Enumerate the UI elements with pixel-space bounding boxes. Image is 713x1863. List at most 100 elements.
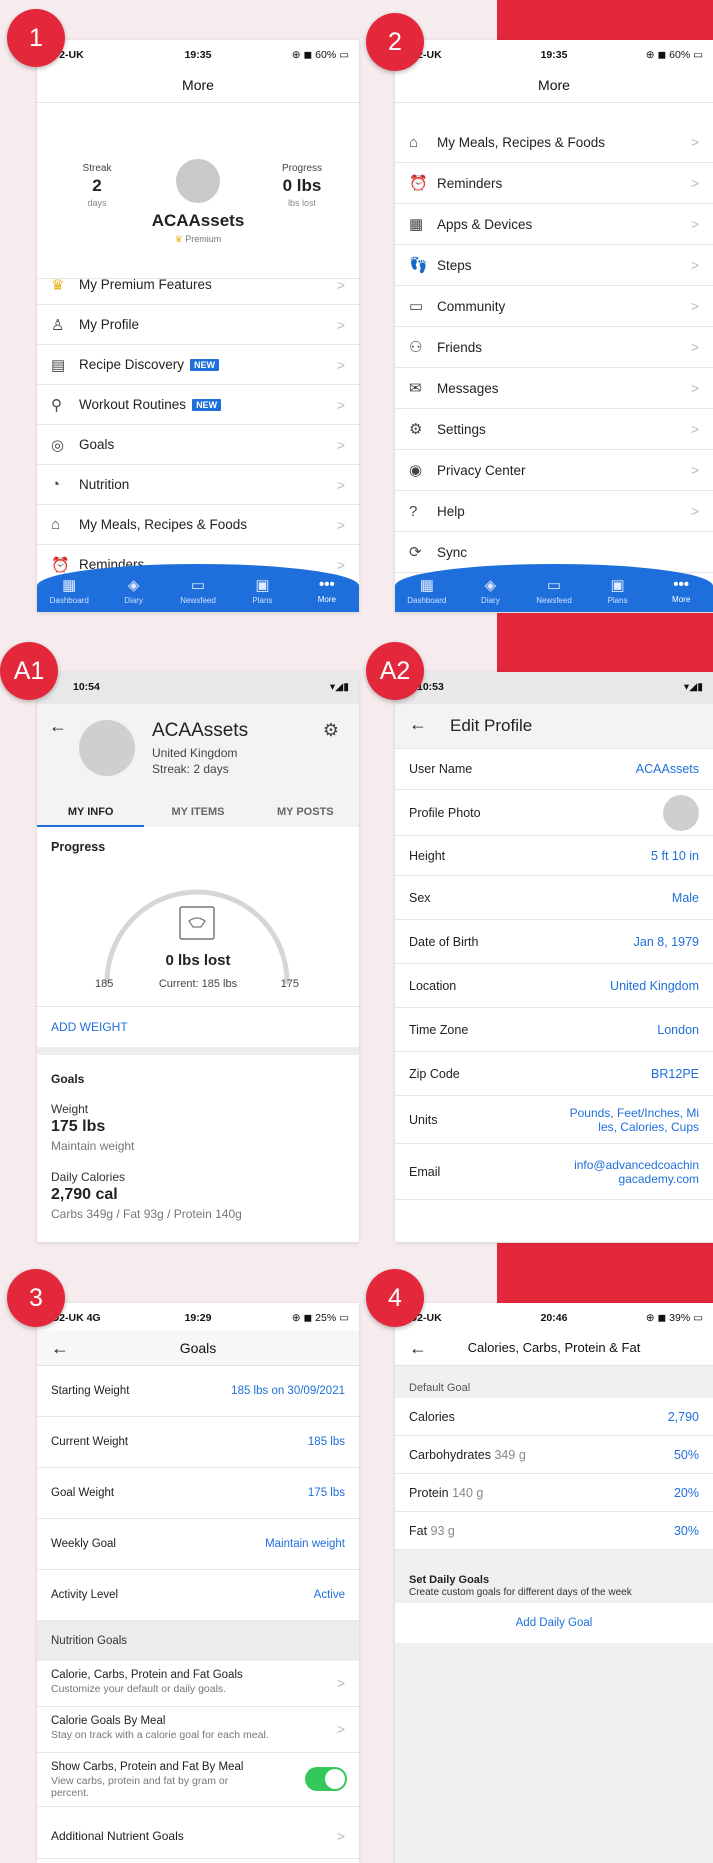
nav-diary[interactable]: ◈ Diary bbox=[459, 564, 523, 612]
add-weight-link[interactable]: ADD WEIGHT bbox=[51, 1020, 128, 1034]
field-label: Zip Code bbox=[409, 1066, 460, 1081]
macro-row[interactable]: Carbohydrates 349 g 50% bbox=[395, 1436, 713, 1474]
back-arrow-icon[interactable]: ← bbox=[409, 714, 427, 735]
menu-item-label: Sync bbox=[437, 544, 468, 560]
nutrition-goal-rows: Calorie, Carbs, Protein and Fat Goals Cus… bbox=[37, 1661, 359, 1807]
divider bbox=[37, 1006, 359, 1007]
goal-label: Goal Weight bbox=[51, 1487, 115, 1499]
macro-row[interactable]: Protein 140 g 20% bbox=[395, 1474, 713, 1512]
nav-dashboard[interactable]: ▦ Dashboard bbox=[37, 564, 101, 612]
red-decor-block bbox=[497, 613, 713, 673]
new-badge: NEW bbox=[192, 398, 222, 411]
menu-item[interactable]: ? Help > bbox=[395, 491, 713, 532]
section-title: Default Goal bbox=[409, 1382, 471, 1394]
goal-row[interactable]: Current Weight 185 lbs bbox=[37, 1417, 359, 1468]
goal-row[interactable]: Goal Weight 175 lbs bbox=[37, 1468, 359, 1519]
nutrition-goal-row[interactable]: Calorie, Carbs, Protein and Fat Goals Cus… bbox=[37, 1661, 359, 1707]
macro-name: Protein bbox=[409, 1485, 449, 1500]
nav-plans[interactable]: ▣ Plans bbox=[586, 564, 650, 612]
nav-more[interactable]: ••• More bbox=[649, 564, 713, 612]
step-badge-a1: A1 bbox=[0, 642, 58, 700]
newsfeed-icon: ▭ bbox=[190, 577, 206, 594]
macro-name: Carbohydrates bbox=[409, 1447, 491, 1462]
tab-my-items[interactable]: MY ITEMS bbox=[144, 797, 251, 827]
menu-item-label: My Profile bbox=[79, 317, 140, 332]
menu-item[interactable]: ✉ Messages > bbox=[395, 368, 713, 409]
goal-row[interactable]: Weekly Goal Maintain weight bbox=[37, 1519, 359, 1570]
tab-my-posts[interactable]: MY POSTS bbox=[252, 797, 359, 827]
person-icon: ♙ bbox=[51, 316, 65, 334]
menu-item[interactable]: ⌂ My Meals, Recipes & Foods > bbox=[37, 505, 359, 545]
menu-item[interactable]: ⏰ Reminders > bbox=[395, 163, 713, 204]
avatar[interactable] bbox=[663, 794, 699, 831]
menu-item[interactable]: ⚲ Workout Routines NEW > bbox=[37, 385, 359, 425]
crown-icon: ♛ bbox=[51, 276, 65, 294]
goal-value: Maintain weight bbox=[265, 1538, 345, 1550]
profile-field[interactable]: Time Zone London bbox=[395, 1008, 713, 1052]
nutrition-goal-row[interactable]: Show Carbs, Protein and Fat By Meal View … bbox=[37, 1753, 359, 1807]
menu-item[interactable]: ⌂ My Meals, Recipes & Foods > bbox=[395, 122, 713, 163]
nav-plans[interactable]: ▣ Plans bbox=[230, 564, 294, 612]
field-label: Units bbox=[409, 1112, 438, 1127]
menu-item[interactable]: ◎ Goals > bbox=[37, 425, 359, 465]
nav-label: Diary bbox=[481, 596, 500, 605]
nav-more[interactable]: ••• More bbox=[295, 564, 359, 612]
menu-item[interactable]: ⚇ Friends > bbox=[395, 327, 713, 368]
nav-newsfeed[interactable]: ▭ Newsfeed bbox=[166, 564, 230, 612]
profile-field[interactable]: Location United Kingdom bbox=[395, 964, 713, 1008]
weight-label: Weight bbox=[51, 1102, 89, 1116]
macro-grams: 93 g bbox=[430, 1523, 455, 1538]
chevron-right-icon: > bbox=[336, 1675, 345, 1691]
header: ← Calories, Carbs, Protein & Fat bbox=[395, 1331, 713, 1366]
menu-item[interactable]: ◉ Privacy Center > bbox=[395, 450, 713, 491]
nav-newsfeed[interactable]: ▭ Newsfeed bbox=[522, 564, 586, 612]
menu-item[interactable]: ♙ My Profile > bbox=[37, 305, 359, 345]
profile-field[interactable]: Units Pounds, Feet/Inches, Miles, Calorie… bbox=[395, 1096, 713, 1144]
additional-nutrient-goals[interactable]: Additional Nutrient Goals > bbox=[37, 1813, 359, 1859]
avatar[interactable] bbox=[79, 720, 135, 776]
profile-field[interactable]: Height 5 ft 10 in bbox=[395, 836, 713, 876]
profile-field[interactable]: Date of Birth Jan 8, 1979 bbox=[395, 920, 713, 964]
menu-item-label: Messages bbox=[437, 380, 499, 396]
goal-row[interactable]: Activity Level Active bbox=[37, 1570, 359, 1621]
macro-row[interactable]: Calories 2,790 bbox=[395, 1398, 713, 1436]
menu-item[interactable]: 👣 Steps > bbox=[395, 245, 713, 286]
add-daily-goal-button[interactable]: Add Daily Goal bbox=[395, 1603, 713, 1643]
nav-dashboard[interactable]: ▦ Dashboard bbox=[395, 564, 459, 612]
show-macros-toggle[interactable] bbox=[305, 1767, 347, 1791]
menu-item[interactable]: ♛ My Premium Features > bbox=[37, 265, 359, 305]
chevron-right-icon: > bbox=[690, 421, 699, 437]
nav-diary[interactable]: ◈ Diary bbox=[101, 564, 165, 612]
status-icons: ⊕ ◼ 25% ▭ bbox=[291, 1312, 349, 1324]
back-arrow-icon[interactable]: ← bbox=[51, 1331, 69, 1365]
macro-goals-screen: O2-UK 20:46 ⊕ ◼ 39% ▭ ← Calories, Carbs,… bbox=[395, 1303, 713, 1863]
nutrition-goals-header: Nutrition Goals bbox=[37, 1621, 359, 1661]
menu-item[interactable]: ⚙ Settings > bbox=[395, 409, 713, 450]
profile-field[interactable]: User Name ACAAssets bbox=[395, 748, 713, 790]
menu-item[interactable]: ▦ Apps & Devices > bbox=[395, 204, 713, 245]
back-arrow-icon[interactable]: ← bbox=[49, 716, 67, 737]
plans-icon: ▣ bbox=[255, 577, 270, 594]
chevron-right-icon: > bbox=[336, 436, 345, 453]
menu-item[interactable]: ◔ Nutrition > bbox=[37, 465, 359, 505]
gear-icon[interactable]: ⚙ bbox=[323, 720, 339, 741]
target-icon: ◎ bbox=[51, 436, 65, 454]
apps-icon: ▦ bbox=[409, 216, 424, 233]
profile-field[interactable]: Email info@advancedcoachingacademy.com bbox=[395, 1144, 713, 1200]
back-arrow-icon[interactable]: ← bbox=[409, 1331, 427, 1365]
streak-label: Streak bbox=[82, 163, 112, 174]
menu-item[interactable]: ▭ Community > bbox=[395, 286, 713, 327]
step-badge-1: 1 bbox=[7, 9, 65, 67]
tab-my-info[interactable]: MY INFO bbox=[37, 797, 145, 827]
profile-field[interactable]: Sex Male bbox=[395, 876, 713, 920]
macro-row[interactable]: Fat 93 g 30% bbox=[395, 1512, 713, 1550]
profile-field[interactable]: Profile Photo bbox=[395, 790, 713, 836]
field-value: ACAAssets bbox=[635, 761, 699, 776]
streak-value: 2 bbox=[92, 176, 102, 195]
profile-field[interactable]: Zip Code BR12PE bbox=[395, 1052, 713, 1096]
menu-item[interactable]: ▤ Recipe Discovery NEW > bbox=[37, 345, 359, 385]
nutrition-goal-row[interactable]: Calorie Goals By Meal Stay on track with … bbox=[37, 1707, 359, 1753]
step-badge-3: 3 bbox=[7, 1269, 65, 1327]
avatar[interactable] bbox=[176, 159, 220, 203]
goal-row[interactable]: Starting Weight 185 lbs on 30/09/2021 bbox=[37, 1366, 359, 1417]
